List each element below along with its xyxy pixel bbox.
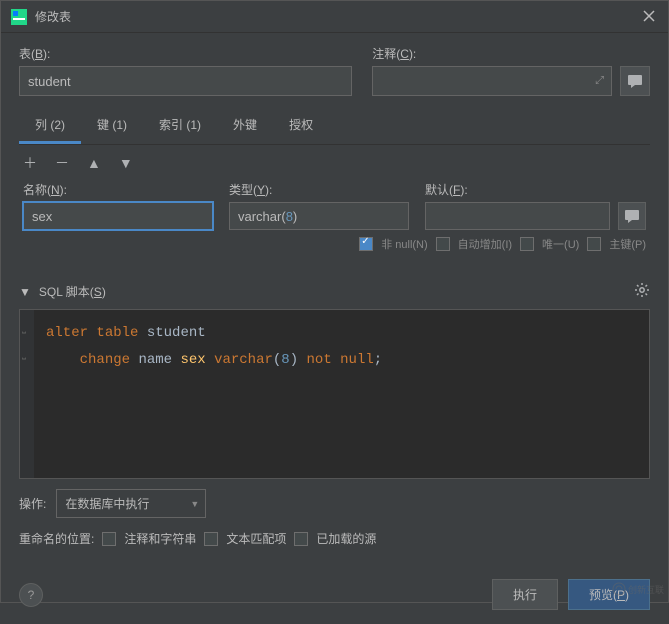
field-editor: 名称(N): 类型(Y): varchar(8) 默认(F): bbox=[19, 181, 650, 230]
table-label: 表(B): bbox=[19, 45, 352, 62]
close-icon[interactable] bbox=[642, 9, 658, 25]
editor-gutter: ⎵ ⎵ bbox=[20, 310, 34, 478]
expand-icon[interactable]: ⤢ bbox=[595, 75, 604, 88]
unique-checkbox[interactable] bbox=[520, 237, 534, 251]
tab-indexes[interactable]: 索引 (1) bbox=[143, 108, 217, 144]
modify-table-dialog: 修改表 表(B): 注释(C): ⤢ bbox=[0, 0, 669, 603]
gear-icon[interactable] bbox=[634, 282, 650, 301]
execute-button[interactable]: 执行 bbox=[492, 579, 558, 610]
dialog-title: 修改表 bbox=[35, 8, 642, 25]
field-type-label: 类型(Y): bbox=[229, 181, 409, 198]
app-icon bbox=[11, 9, 27, 25]
watermark: 创新互联 bbox=[612, 582, 664, 596]
bottom-section: 操作: 在数据库中执行 重命名的位置: 注释和字符串 文本匹配项 已加载的源 bbox=[1, 479, 668, 571]
flags-row: 非 null(N) 自动增加(I) 唯一(U) 主键(P) bbox=[19, 230, 650, 258]
cb-loaded-label: 已加载的源 bbox=[316, 530, 376, 547]
remove-icon[interactable]: － bbox=[55, 153, 69, 173]
cb-text[interactable] bbox=[204, 532, 218, 546]
gutter-mark-icon: ⎵ bbox=[22, 320, 32, 330]
sql-label: SQL 脚本(S) bbox=[39, 283, 106, 300]
tabs: 列 (2) 键 (1) 索引 (1) 外键 授权 bbox=[19, 108, 650, 145]
unique-label: 唯一(U) bbox=[542, 236, 579, 252]
operation-label: 操作: bbox=[19, 495, 46, 512]
comment-extra-button[interactable] bbox=[620, 66, 650, 96]
not-null-label: 非 null(N) bbox=[381, 236, 427, 252]
column-toolbar: ＋ － ▲ ▼ bbox=[19, 145, 650, 181]
cb-comments[interactable] bbox=[102, 532, 116, 546]
footer: ? 执行 预览(P) bbox=[1, 571, 668, 624]
auto-inc-checkbox[interactable] bbox=[436, 237, 450, 251]
field-default-input[interactable] bbox=[425, 202, 610, 230]
sql-editor[interactable]: ⎵ ⎵ alter table student change name sex … bbox=[19, 309, 650, 479]
tab-grants[interactable]: 授权 bbox=[273, 108, 329, 144]
table-name-input[interactable] bbox=[19, 66, 352, 96]
gutter-mark-icon: ⎵ bbox=[22, 346, 32, 356]
collapse-icon[interactable]: ▼ bbox=[19, 285, 31, 299]
comment-input[interactable] bbox=[372, 66, 612, 96]
content-area: 表(B): 注释(C): ⤢ 列 (2) 键 (1) 索引 (1) bbox=[1, 33, 668, 479]
primary-label: 主键(P) bbox=[609, 236, 646, 252]
comment-label: 注释(C): bbox=[372, 45, 650, 62]
primary-checkbox[interactable] bbox=[587, 237, 601, 251]
titlebar: 修改表 bbox=[1, 1, 668, 33]
rename-label: 重命名的位置: bbox=[19, 530, 94, 547]
sql-code: alter table student change name sex varc… bbox=[46, 320, 635, 373]
not-null-checkbox[interactable] bbox=[359, 237, 373, 251]
default-extra-button[interactable] bbox=[618, 202, 646, 230]
cb-loaded[interactable] bbox=[294, 532, 308, 546]
tab-keys[interactable]: 键 (1) bbox=[81, 108, 143, 144]
field-default-label: 默认(F): bbox=[425, 181, 646, 198]
operation-select[interactable]: 在数据库中执行 bbox=[56, 489, 206, 518]
add-icon[interactable]: ＋ bbox=[23, 153, 37, 173]
move-up-icon[interactable]: ▲ bbox=[87, 155, 101, 171]
sql-section-header: ▼ SQL 脚本(S) bbox=[19, 278, 650, 305]
field-name-input[interactable] bbox=[23, 202, 213, 230]
cb-text-label: 文本匹配项 bbox=[226, 530, 286, 547]
tab-foreign[interactable]: 外键 bbox=[217, 108, 273, 144]
field-name-label: 名称(N): bbox=[23, 181, 213, 198]
field-type-input[interactable]: varchar(8) bbox=[229, 202, 409, 230]
move-down-icon[interactable]: ▼ bbox=[119, 155, 133, 171]
auto-inc-label: 自动增加(I) bbox=[458, 236, 512, 252]
tab-columns[interactable]: 列 (2) bbox=[19, 108, 81, 144]
cb-comments-label: 注释和字符串 bbox=[124, 530, 196, 547]
